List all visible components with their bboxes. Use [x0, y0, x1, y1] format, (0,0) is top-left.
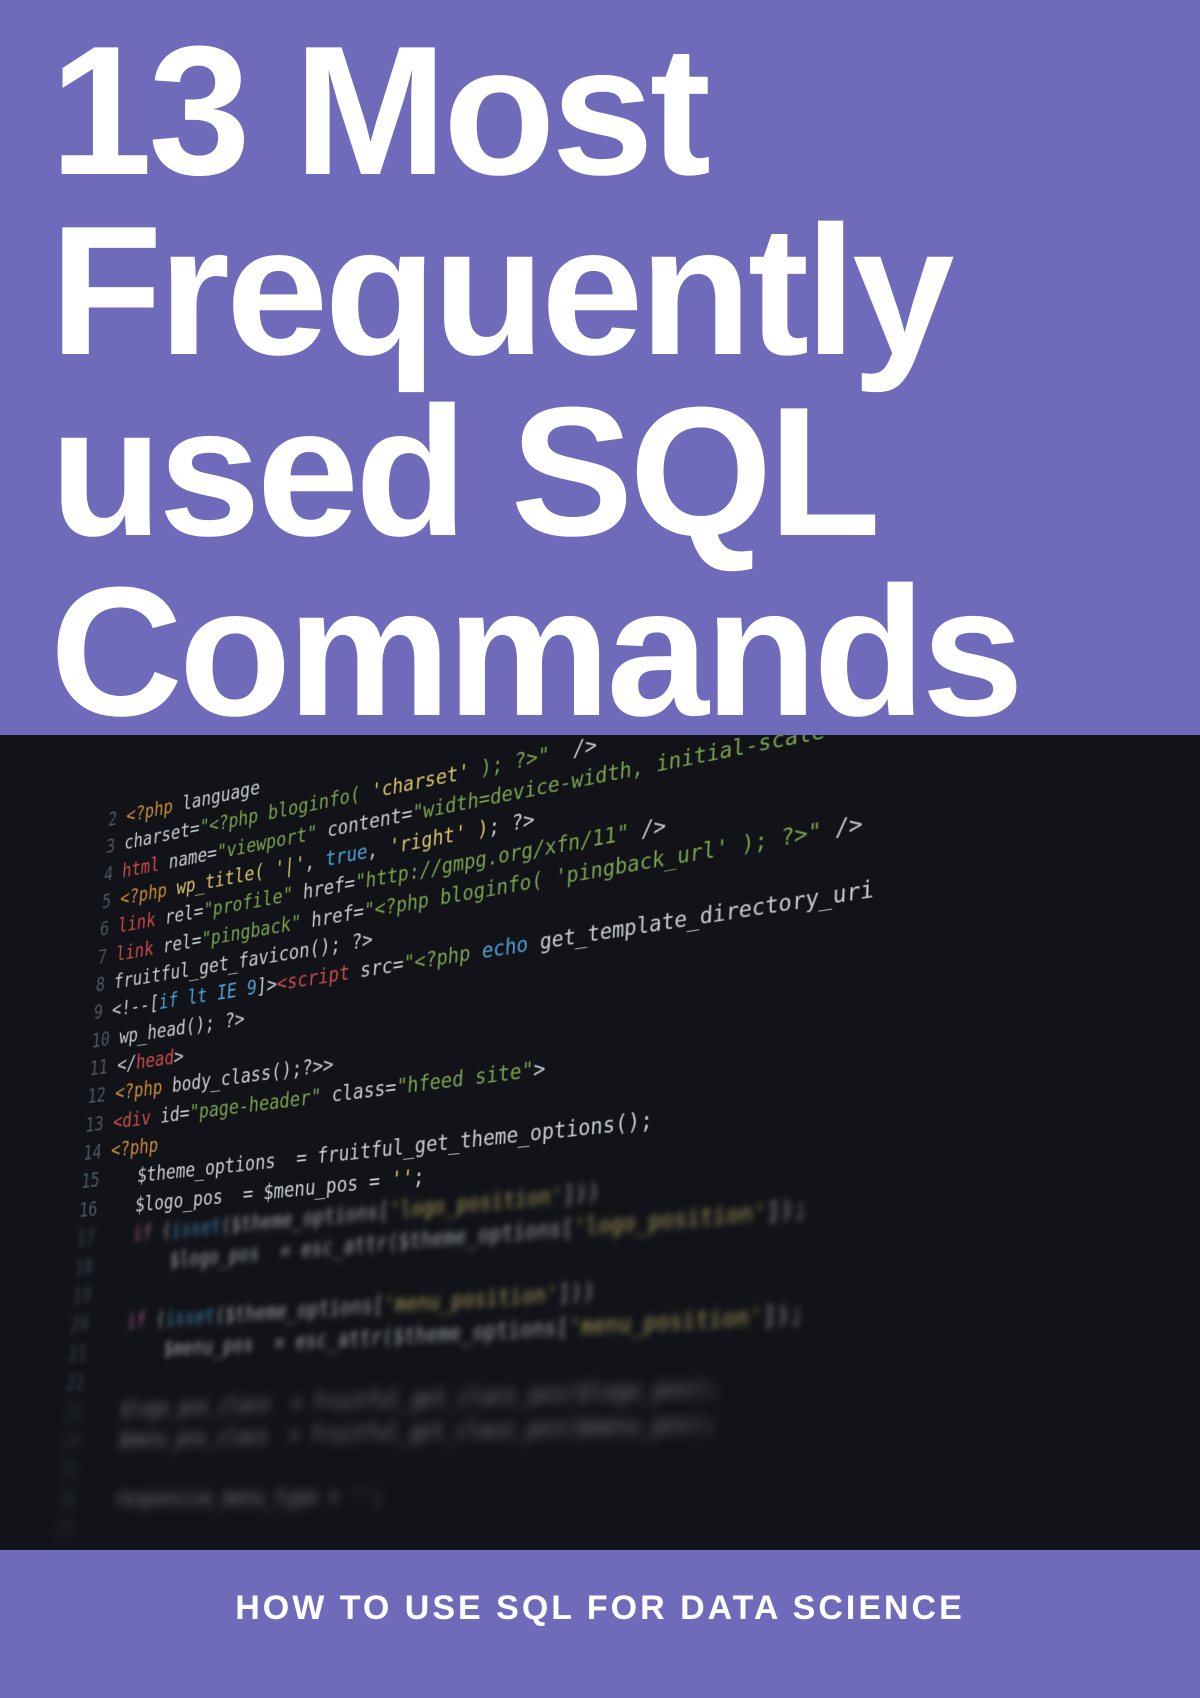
poster: 13 Most Frequently used SQL Commands 2<?… [0, 0, 1200, 1698]
code-photo: 2<?php language3charset="<?php bloginfo(… [0, 735, 1200, 1550]
subtitle: HOW TO USE SQL FOR DATA SCIENCE [0, 1589, 1200, 1628]
main-title: 13 Most Frequently used SQL Commands [50, 20, 1160, 741]
code-line: 27 [54, 1510, 1200, 1550]
code-lines: 2<?php language3charset="<?php bloginfo(… [47, 735, 1200, 1550]
